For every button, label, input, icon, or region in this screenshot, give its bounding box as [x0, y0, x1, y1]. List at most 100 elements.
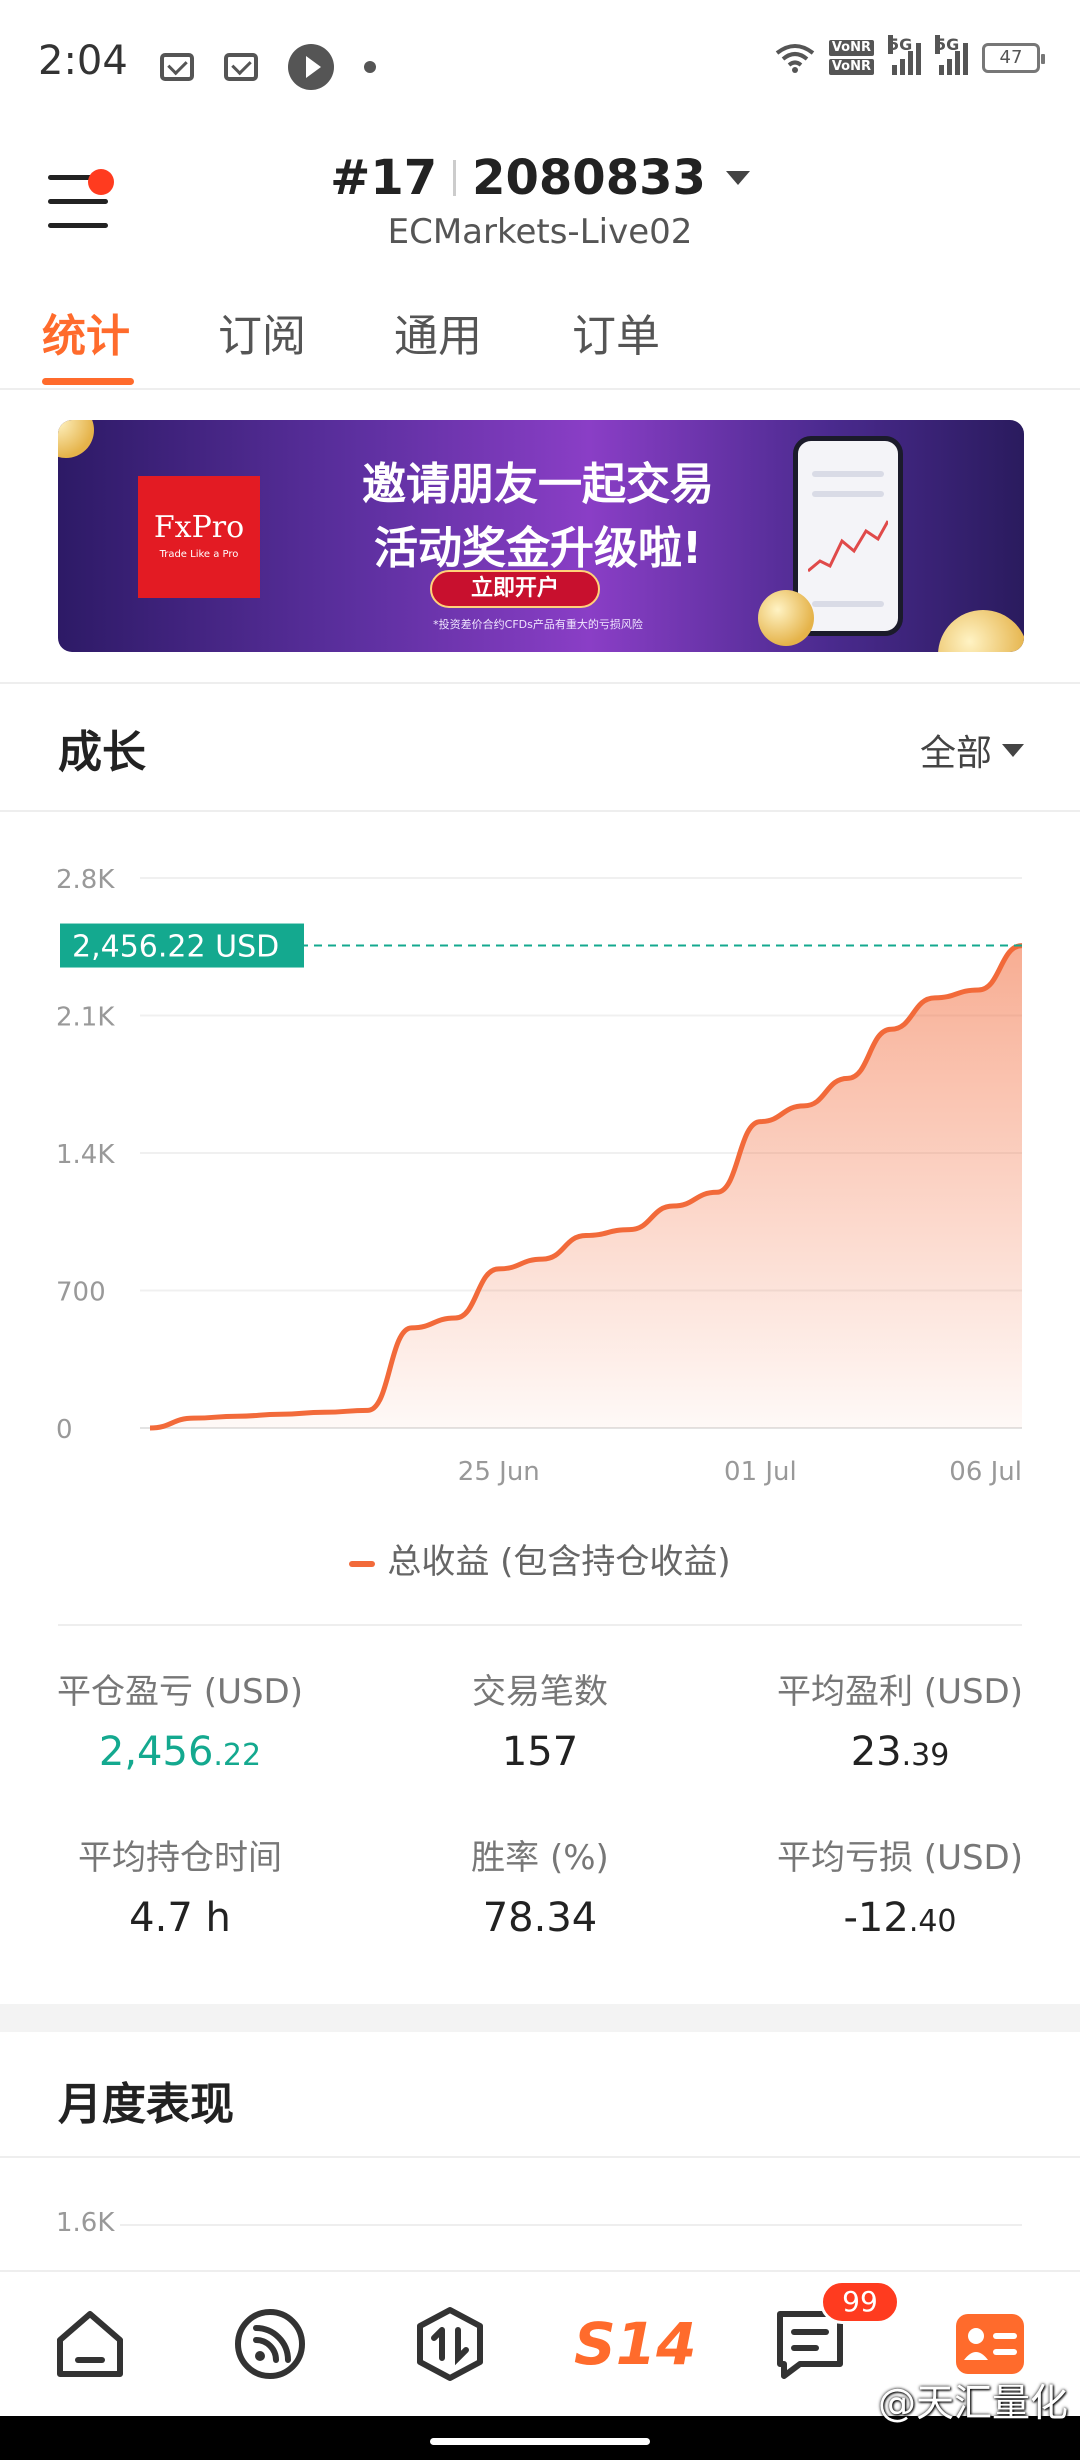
stat-item: 胜率 (%) 78.34 [360, 1830, 720, 1941]
signal-icon: 5G [935, 34, 968, 75]
battery-icon: 47 [982, 42, 1045, 73]
stat-value: 4.7 h [0, 1895, 360, 1941]
tab-subscribe[interactable]: 订阅 [218, 300, 306, 364]
series-area [150, 945, 1022, 1428]
coin-decoration [938, 610, 1024, 652]
section-spacer [0, 2004, 1080, 2032]
home-icon[interactable] [50, 2304, 130, 2384]
coin-decoration [758, 590, 814, 646]
stat-value-decimal: .40 [908, 1904, 957, 1939]
monthly-gridline [120, 2224, 1022, 2226]
status-time: 2:04 [38, 38, 128, 84]
s14-icon[interactable]: S14 [574, 2304, 697, 2384]
stat-value-decimal: .39 [901, 1738, 950, 1773]
account-switcher[interactable]: #17 2080833 ECMarkets-Live02 [0, 150, 1080, 252]
more-notifications-icon [364, 61, 376, 73]
stat-value: 157 [360, 1729, 720, 1775]
banner-disclaimer: *投资差价合约CFDs产品有重大的亏损风险 [433, 618, 643, 631]
stat-value-decimal: .22 [213, 1738, 262, 1773]
legend-swatch [349, 1560, 376, 1567]
watermark: @天汇量化 [877, 2381, 1068, 2425]
monthly-y-tick: 1.6K [56, 2208, 115, 2238]
tab-statistics[interactable]: 统计 [42, 300, 130, 364]
fxpro-logo: FxPro Trade Like a Pro [138, 476, 260, 598]
legend-label: 总收益 (包含持仓收益) [387, 1542, 731, 1582]
section-divider [0, 682, 1080, 684]
stat-label: 平均盈利 (USD) [777, 1672, 1023, 1712]
server-name: ECMarkets-Live02 [387, 212, 693, 252]
range-dropdown[interactable]: 全部 [920, 724, 1024, 776]
range-value: 全部 [919, 733, 992, 774]
stat-item: 交易笔数 157 [360, 1664, 720, 1775]
brand-name: FxPro [153, 510, 245, 545]
messages-badge: 99 [820, 2280, 900, 2324]
monthly-title: 月度表现 [58, 2079, 234, 2130]
x-tick-label: 25 Jun [458, 1457, 540, 1487]
banner-headline: 邀请朋友一起交易 [362, 459, 714, 510]
play-icon [288, 44, 334, 90]
home-indicator[interactable] [430, 2438, 650, 2445]
y-tick-label: 0 [56, 1415, 73, 1445]
stat-label: 交易笔数 [472, 1672, 608, 1712]
promo-banner[interactable]: FxPro Trade Like a Pro 邀请朋友一起交易 活动奖金升级啦!… [58, 420, 1024, 652]
vonr-tag: VoNR [828, 59, 874, 75]
vonr-tag: VoNR [828, 40, 874, 56]
section-divider [0, 810, 1080, 812]
y-tick-label: 700 [56, 1278, 106, 1308]
signal-icon: 5G [888, 34, 921, 75]
stat-value-integer: 157 [501, 1729, 579, 1775]
stat-value-integer: -12 [843, 1895, 909, 1941]
banner-subheadline: 活动奖金升级啦! [373, 523, 703, 574]
status-bar: 2:04 VoNR VoNR 5G 5G 47 [0, 0, 1080, 130]
stats-divider [58, 1624, 1022, 1626]
stat-value: 2,456.22 [0, 1729, 360, 1775]
stat-value: -12.40 [720, 1895, 1080, 1941]
chart-legend: 总收益 (包含持仓收益) [0, 1534, 1080, 1583]
active-tab-indicator [42, 378, 134, 385]
growth-chart: 2,456.22 USD 2.8K 2.1K 1.4K 700 0 25 Jun 01 Ju… [56, 865, 1023, 1487]
stat-value-integer: 2,456 [98, 1729, 214, 1775]
mail-icon [160, 53, 194, 81]
y-tick-label: 1.4K [56, 1140, 115, 1170]
trade-icon[interactable] [410, 2304, 490, 2384]
feed-icon[interactable] [230, 2304, 310, 2384]
open-account-button[interactable]: 立即开户 [430, 570, 600, 608]
account-id: 2080833 [472, 150, 706, 206]
x-tick-label: 06 Jul [949, 1457, 1022, 1487]
chevron-down-icon [725, 171, 750, 185]
tab-general[interactable]: 通用 [394, 300, 482, 364]
network-type: 5G [935, 34, 960, 54]
coin-decoration [58, 420, 94, 458]
stat-item: 平仓盈亏 (USD) 2,456.22 [0, 1664, 360, 1775]
stat-value: 78.34 [360, 1895, 720, 1941]
stat-value: 23.39 [720, 1729, 1080, 1775]
stat-item: 平均亏损 (USD) -12.40 [720, 1830, 1080, 1941]
stat-label: 平仓盈亏 (USD) [57, 1672, 303, 1712]
tab-orders[interactable]: 订单 [572, 300, 660, 364]
y-tick-label: 2.8K [56, 865, 115, 895]
stat-item: 平均持仓时间 4.7 h [0, 1830, 360, 1941]
stat-value-integer: 23 [850, 1729, 902, 1775]
section-divider [0, 2156, 1080, 2158]
chevron-down-icon [1002, 743, 1024, 757]
system-icons: VoNR VoNR 5G 5G 47 [775, 34, 1045, 75]
stat-item: 平均盈利 (USD) 23.39 [720, 1664, 1080, 1775]
stat-label: 胜率 (%) [471, 1838, 609, 1878]
stat-label: 平均亏损 (USD) [777, 1838, 1023, 1878]
tab-bar: 统计 订阅 通用 订单 [0, 290, 1080, 390]
stat-value-integer: 4.7 h [129, 1895, 231, 1941]
mini-chart-illustration [808, 520, 888, 573]
brand-tagline: Trade Like a Pro [159, 549, 239, 560]
notification-icons [160, 44, 376, 90]
divider [453, 160, 457, 196]
stat-label: 平均持仓时间 [78, 1838, 282, 1878]
vonr-indicators: VoNR VoNR [828, 40, 874, 75]
mail-icon [224, 53, 258, 81]
account-number: #17 [330, 150, 438, 206]
wifi-icon [775, 43, 815, 73]
y-tick-label: 2.1K [56, 1003, 115, 1033]
stat-value-integer: 78.34 [482, 1895, 598, 1941]
network-type: 5G [888, 34, 913, 54]
reference-label: 2,456.22 USD [72, 930, 279, 965]
x-tick-label: 01 Jul [724, 1457, 797, 1487]
